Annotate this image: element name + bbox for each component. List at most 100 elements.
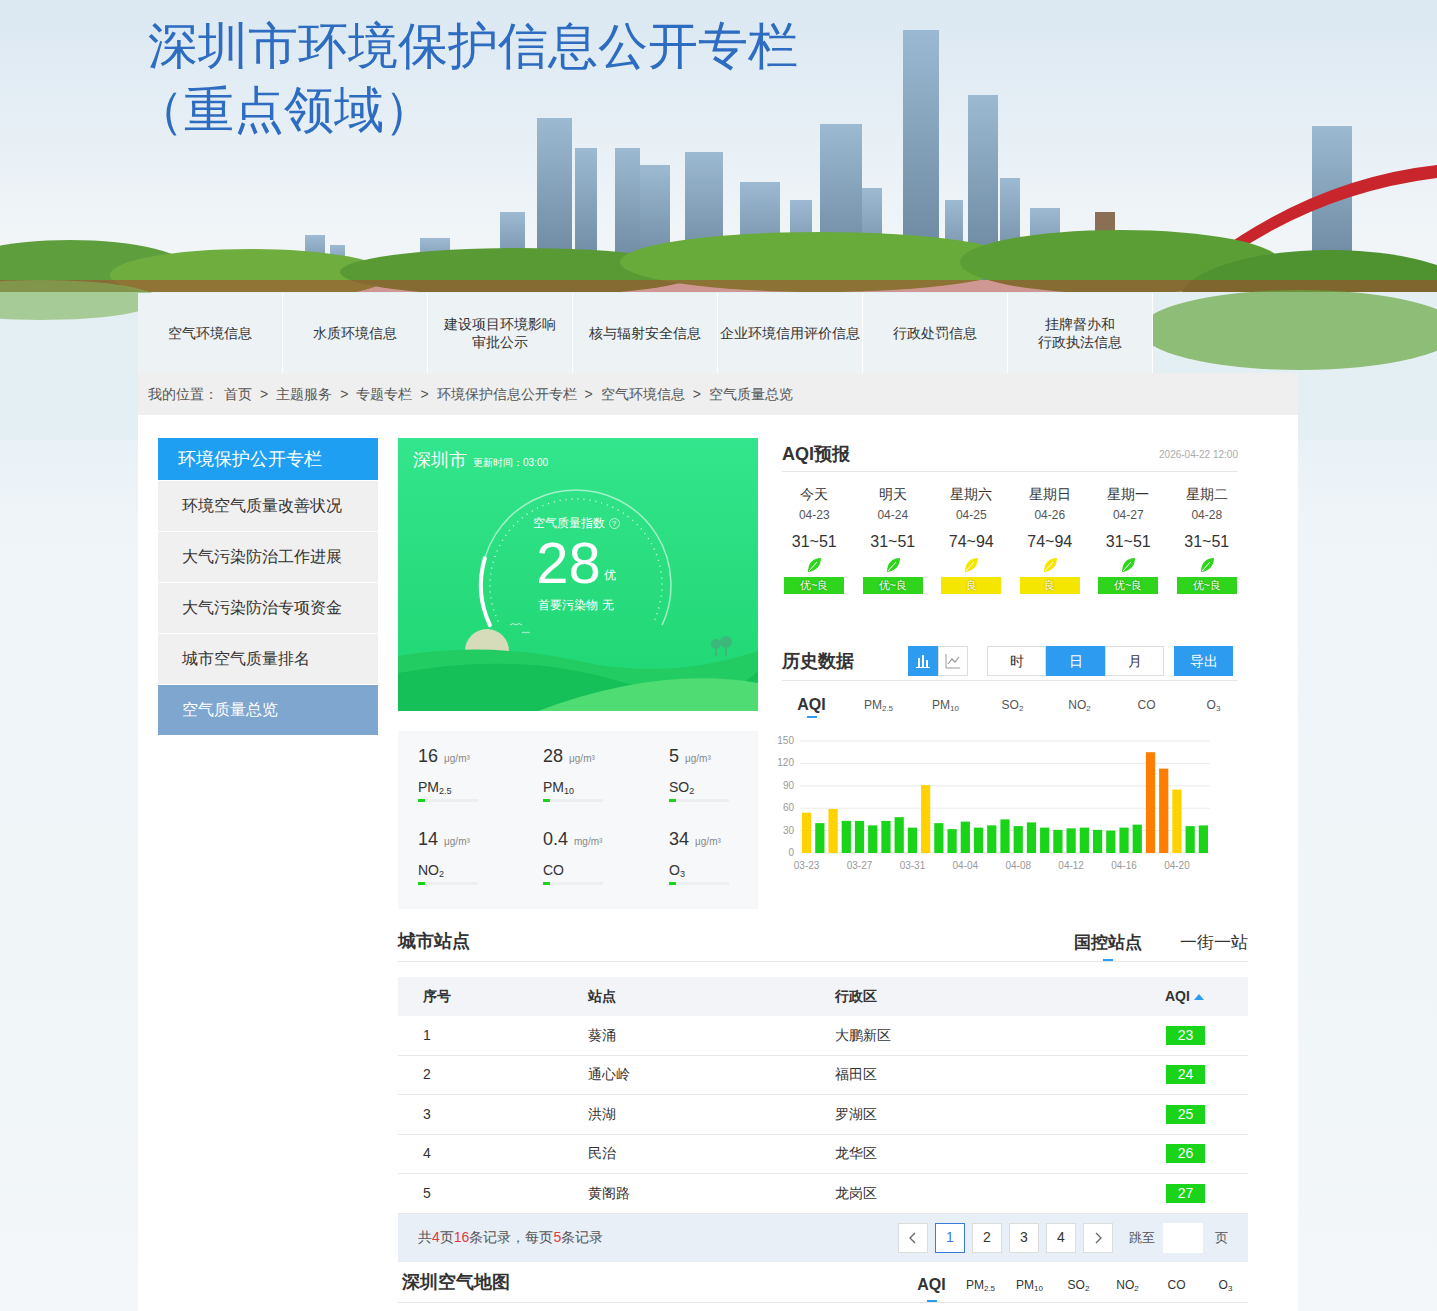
chart-bar[interactable] xyxy=(1133,825,1142,853)
pollutant-tab[interactable]: SO2 xyxy=(979,695,1046,718)
chart-bar[interactable] xyxy=(842,821,851,853)
pollutant-item: 16μg/m³PM2.5 xyxy=(418,743,543,826)
update-time: 更新时间：03:00 xyxy=(473,455,548,470)
pollutant-unit: μg/m³ xyxy=(444,751,470,766)
period-toggle[interactable]: 时 xyxy=(987,646,1046,676)
chart-bar[interactable] xyxy=(934,823,943,853)
chart-bar[interactable] xyxy=(802,813,811,853)
pollutant-tab[interactable]: PM10 xyxy=(912,695,979,718)
pollutant-tab[interactable]: O3 xyxy=(1180,695,1247,718)
pollutant-tab[interactable]: PM2.5 xyxy=(845,695,912,718)
help-icon[interactable]: ? xyxy=(609,518,620,529)
chart-bar[interactable] xyxy=(1106,831,1115,853)
map-tab[interactable]: PM2.5 xyxy=(956,1274,1005,1302)
table-row[interactable]: 1葵涌大鹏新区23 xyxy=(398,1016,1248,1056)
y-tick: 0 xyxy=(788,847,794,858)
table-row[interactable]: 3洪湖罗湖区25 xyxy=(398,1095,1248,1135)
site-title: 深圳市环境保护信息公开专栏 xyxy=(148,14,1437,78)
page-button[interactable]: 1 xyxy=(935,1223,965,1253)
period-toggle[interactable]: 月 xyxy=(1105,646,1164,676)
map-tab[interactable]: CO xyxy=(1152,1274,1201,1302)
chart-bar[interactable] xyxy=(947,829,956,853)
station-tab[interactable]: 一街一站 xyxy=(1180,932,1248,961)
nav-item[interactable]: 核与辐射安全信息 xyxy=(573,293,718,373)
table-row[interactable]: 2通心岭福田区24 xyxy=(398,1056,1248,1096)
chart-bar[interactable] xyxy=(1159,769,1168,853)
nav-item[interactable]: 空气环境信息 xyxy=(138,293,283,373)
chart-type-toggle[interactable] xyxy=(908,646,938,676)
pollutant-meter xyxy=(418,882,478,885)
chart-bar[interactable] xyxy=(855,821,864,853)
table-row[interactable]: 5黄阁路龙岗区27 xyxy=(398,1174,1248,1214)
nav-item[interactable]: 水质环境信息 xyxy=(283,293,428,373)
chart-bar[interactable] xyxy=(987,825,996,853)
sidebar-item[interactable]: 大气污染防治专项资金 xyxy=(158,583,378,633)
chart-bar[interactable] xyxy=(1040,828,1049,853)
city-name: 深圳市 xyxy=(413,447,467,474)
prev-page-button[interactable] xyxy=(898,1223,928,1253)
sidebar-item[interactable]: 环境空气质量改善状况 xyxy=(158,481,378,531)
map-tab[interactable]: AQI xyxy=(907,1274,956,1302)
chart-bar[interactable] xyxy=(1053,830,1062,853)
pollutant-name: SO2 xyxy=(669,778,758,796)
column-header: 序号 xyxy=(423,986,588,1007)
chart-bar[interactable] xyxy=(961,822,970,853)
chart-bar[interactable] xyxy=(1199,825,1208,853)
page-button[interactable]: 3 xyxy=(1009,1223,1039,1253)
export-button[interactable]: 导出 xyxy=(1174,646,1233,676)
nav-item[interactable]: 挂牌督办和行政执法信息 xyxy=(1008,293,1153,373)
breadcrumb-item[interactable]: 主题服务 xyxy=(276,384,332,405)
breadcrumb-item[interactable]: 首页 xyxy=(224,384,252,405)
sidebar-item[interactable]: 空气质量总览 xyxy=(158,685,378,735)
chart-bar[interactable] xyxy=(1000,819,1009,853)
map-tab[interactable]: PM10 xyxy=(1005,1274,1054,1302)
page: 深圳市环境保护信息公开专栏（重点领域）空气环境信息水质环境信息建设项目环境影响审… xyxy=(0,0,1437,1311)
nav-item[interactable]: 行政处罚信息 xyxy=(863,293,1008,373)
map-tab[interactable]: O3 xyxy=(1201,1274,1250,1302)
page-button[interactable]: 2 xyxy=(972,1223,1002,1253)
chart-bar[interactable] xyxy=(908,828,917,853)
chart-bar[interactable] xyxy=(1172,790,1181,853)
pollutant-unit: μg/m³ xyxy=(685,751,711,766)
aqi-badge: 23 xyxy=(1166,1026,1205,1045)
map-tab[interactable]: NO2 xyxy=(1103,1274,1152,1302)
chart-bar[interactable] xyxy=(1093,830,1102,853)
chart-bar[interactable] xyxy=(828,809,837,853)
sidebar-item[interactable]: 大气污染防治工作进展 xyxy=(158,532,378,582)
chart-bar[interactable] xyxy=(921,785,930,853)
chart-bar[interactable] xyxy=(1067,828,1076,853)
chart-bar[interactable] xyxy=(1014,826,1023,853)
chart-type-toggle[interactable] xyxy=(938,646,968,676)
sidebar-item[interactable]: 城市空气质量排名 xyxy=(158,634,378,684)
pollutant-tab[interactable]: CO xyxy=(1113,695,1180,718)
period-toggle[interactable]: 日 xyxy=(1046,646,1105,676)
column-header[interactable]: AQI xyxy=(1165,986,1248,1007)
chart-bar[interactable] xyxy=(868,825,877,853)
sort-ascending-icon[interactable] xyxy=(1193,993,1205,1001)
chart-bar[interactable] xyxy=(1080,828,1089,853)
pollutant-tab[interactable]: NO2 xyxy=(1046,695,1113,718)
breadcrumb-item[interactable]: 空气环境信息 xyxy=(601,384,685,405)
chart-bar[interactable] xyxy=(1146,752,1155,853)
chart-bar[interactable] xyxy=(974,828,983,853)
pollutant-tab[interactable]: AQI xyxy=(778,695,845,718)
breadcrumb-item[interactable]: 专题专栏 xyxy=(356,384,412,405)
chart-bar[interactable] xyxy=(1027,822,1036,853)
chart-bar[interactable] xyxy=(881,821,890,853)
breadcrumb-item[interactable]: 空气质量总览 xyxy=(709,384,793,405)
nav-item[interactable]: 企业环境信用评价信息 xyxy=(718,293,863,373)
forecast-header: AQI预报2026-04-22 12:00 xyxy=(782,438,1238,472)
map-tab[interactable]: SO2 xyxy=(1054,1274,1103,1302)
nav-item[interactable]: 建设项目环境影响审批公示 xyxy=(428,293,573,373)
jump-input[interactable] xyxy=(1163,1223,1203,1253)
chart-bar[interactable] xyxy=(1119,828,1128,853)
page-button[interactable]: 4 xyxy=(1046,1223,1076,1253)
table-row[interactable]: 4民治龙华区26 xyxy=(398,1135,1248,1175)
pollutant-meter xyxy=(669,799,729,802)
breadcrumb-item[interactable]: 环境保护信息公开专栏 xyxy=(437,384,577,405)
next-page-button[interactable] xyxy=(1083,1223,1113,1253)
chart-bar[interactable] xyxy=(1186,826,1195,853)
chart-bar[interactable] xyxy=(895,817,904,853)
station-tab[interactable]: 国控站点 xyxy=(1074,932,1142,961)
chart-bar[interactable] xyxy=(815,823,824,853)
